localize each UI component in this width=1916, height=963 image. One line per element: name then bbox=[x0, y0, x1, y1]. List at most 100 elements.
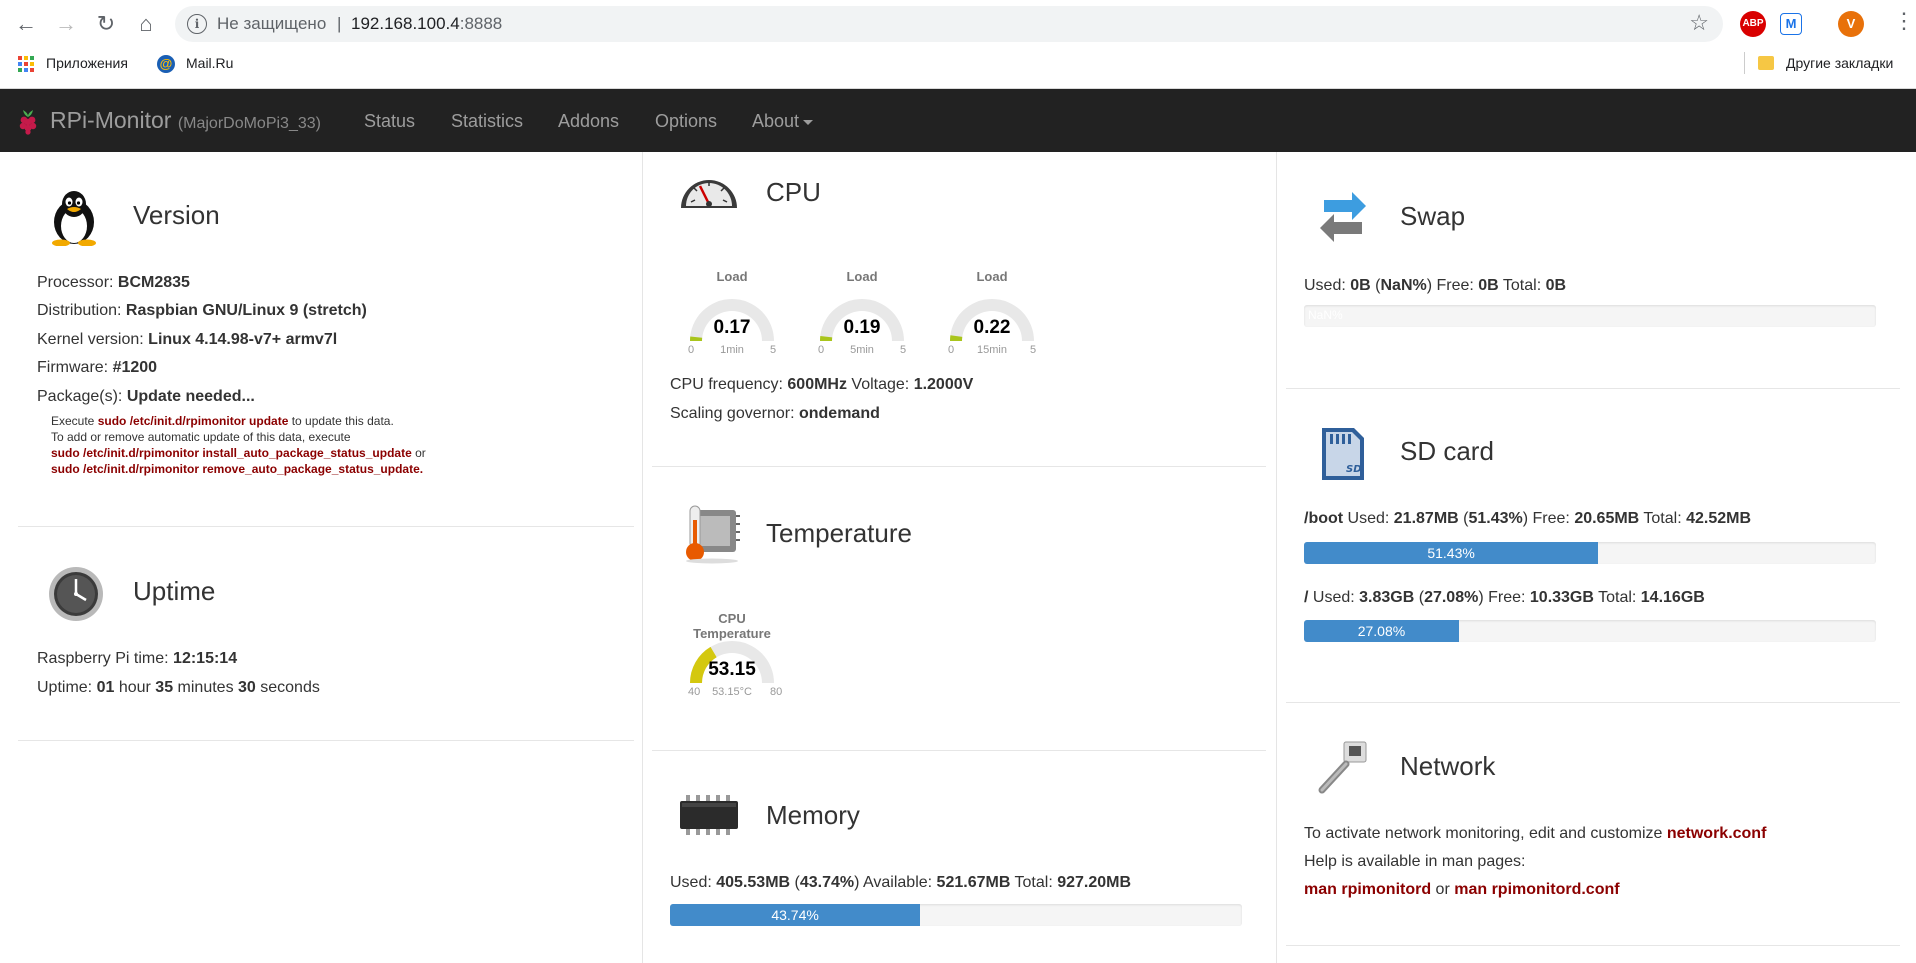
network-line-3: man rpimonitord or man rpimonitord.conf bbox=[1304, 881, 1620, 899]
distribution-line: Distribution: Raspbian GNU/Linux 9 (stre… bbox=[37, 302, 367, 320]
governor-value: ondemand bbox=[798, 405, 880, 422]
hour-word: hour bbox=[114, 679, 156, 696]
bookmark-other[interactable]: Другие закладки bbox=[1786, 55, 1893, 71]
temperature-title: Temperature bbox=[766, 518, 912, 548]
reload-icon[interactable]: ↻ bbox=[92, 10, 120, 38]
url-text[interactable]: 192.168.100.4:8888 bbox=[351, 14, 502, 34]
chevron-down-icon bbox=[803, 119, 814, 125]
cpu-freq-line: CPU frequency: 600MHz Voltage: 1.2000V bbox=[670, 376, 973, 394]
forward-icon[interactable]: → bbox=[52, 10, 80, 38]
folder-icon[interactable] bbox=[1758, 56, 1774, 70]
gauge-max: 5 bbox=[770, 344, 777, 356]
apps-grid-icon[interactable] bbox=[17, 55, 35, 73]
man-rpimonitord-link[interactable]: man rpimonitord bbox=[1304, 881, 1431, 898]
gauge-value: 0.17 bbox=[713, 317, 751, 338]
boot-used-label: Used: bbox=[1343, 510, 1394, 527]
uptime-line: Uptime: 01 hour 35 minutes 30 seconds bbox=[37, 679, 320, 697]
processor-label: Processor: bbox=[37, 274, 118, 291]
memory-title: Memory bbox=[766, 800, 860, 830]
home-icon[interactable]: ⌂ bbox=[132, 10, 160, 38]
app-navbar: RPi-Monitor (MajorDoMoPi3_33) Status Sta… bbox=[0, 89, 1916, 152]
nav-options[interactable]: Options bbox=[655, 111, 717, 132]
network-line-2: Help is available in man pages: bbox=[1304, 853, 1526, 870]
cpu-load-gauge-5min: Load 0.19 0 5min 5 bbox=[812, 269, 922, 359]
browser-chrome: ← → ↻ ⌂ i Не защищено | 192.168.100.4:88… bbox=[0, 0, 1916, 89]
back-icon[interactable]: ← bbox=[12, 10, 40, 38]
brand-name: RPi-Monitor bbox=[50, 107, 172, 133]
packages-line: Package(s): Update needed... bbox=[37, 388, 255, 406]
swap-free-value: 0B bbox=[1478, 277, 1499, 294]
gauge-label: 1min bbox=[720, 344, 744, 356]
gauge-value: 0.19 bbox=[843, 317, 881, 338]
packages-value: Update needed... bbox=[126, 388, 255, 405]
insecure-label[interactable]: Не защищено bbox=[217, 14, 326, 34]
brand-link[interactable]: RPi-Monitor (MajorDoMoPi3_33) bbox=[50, 107, 321, 134]
thermometer-chip-icon bbox=[686, 505, 740, 564]
svg-text:SD: SD bbox=[1346, 464, 1362, 475]
uptime-label: Uptime: bbox=[37, 679, 97, 696]
clock-icon bbox=[49, 567, 103, 621]
or-word: or bbox=[1431, 881, 1455, 898]
bookmark-star-icon[interactable]: ☆ bbox=[1689, 10, 1709, 36]
remove-auto-command[interactable]: sudo /etc/init.d/rpimonitor remove_auto_… bbox=[51, 462, 423, 476]
network-cable-icon bbox=[1318, 741, 1367, 794]
gauge-value: 0.22 bbox=[973, 317, 1011, 338]
sd-root-progress-fill: 27.08% bbox=[1304, 620, 1459, 642]
update-command[interactable]: sudo /etc/init.d/rpimonitor update bbox=[98, 414, 289, 428]
voltage-value: 1.2000V bbox=[913, 376, 974, 393]
bookmark-apps[interactable]: Приложения bbox=[46, 55, 128, 71]
update-note-3: sudo /etc/init.d/rpimonitor install_auto… bbox=[51, 446, 426, 460]
network-conf-link[interactable]: network.conf bbox=[1667, 825, 1767, 842]
column-divider bbox=[642, 152, 643, 963]
cpu-temperature-gauge: CPU Temperature 53.15 40 53.15°C 80 bbox=[682, 611, 792, 701]
nav-about-label: About bbox=[752, 111, 800, 131]
nav-statistics[interactable]: Statistics bbox=[451, 111, 523, 132]
memory-chip-icon bbox=[680, 795, 738, 835]
update-note-4: sudo /etc/init.d/rpimonitor remove_auto_… bbox=[51, 462, 423, 476]
panel-separator bbox=[1286, 945, 1900, 946]
sd-root-line: / Used: 3.83GB (27.08%) Free: 10.33GB To… bbox=[1304, 589, 1705, 606]
browser-menu-icon[interactable]: ⋮ bbox=[1893, 8, 1915, 34]
gauge-value: 53.15 bbox=[708, 659, 756, 680]
update-note-1: Execute sudo /etc/init.d/rpimonitor upda… bbox=[51, 414, 394, 428]
man-rpimonitord-conf-link[interactable]: man rpimonitord.conf bbox=[1454, 881, 1619, 898]
bookmark-divider bbox=[1744, 52, 1745, 74]
address-separator: | bbox=[337, 14, 342, 33]
firmware-value: #1200 bbox=[112, 359, 158, 376]
packages-label: Package(s): bbox=[37, 388, 127, 405]
mem-used-value: 405.53MB bbox=[716, 874, 791, 891]
freq-value: 600MHz bbox=[787, 376, 847, 393]
boot-free-value: 20.65MB bbox=[1574, 510, 1640, 527]
note1-post: to update this data. bbox=[288, 414, 394, 428]
nav-status[interactable]: Status bbox=[364, 111, 415, 132]
install-auto-command[interactable]: sudo /etc/init.d/rpimonitor install_auto… bbox=[51, 446, 412, 460]
tux-penguin-icon bbox=[52, 191, 96, 246]
mem-used-label: Used: bbox=[670, 874, 717, 891]
update-note-2: To add or remove automatic update of thi… bbox=[51, 430, 351, 444]
bookmark-mailru[interactable]: Mail.Ru bbox=[186, 55, 233, 71]
network-line1-text: To activate network monitoring, edit and… bbox=[1304, 825, 1667, 842]
boot-used-pct: 51.43% bbox=[1468, 510, 1523, 527]
memory-progress-bar: 43.74% bbox=[670, 904, 1242, 926]
address-bar[interactable]: i Не защищено | 192.168.100.4:8888 ☆ bbox=[175, 6, 1723, 42]
nav-addons[interactable]: Addons bbox=[558, 111, 619, 132]
sd-root-progress-bar: 27.08% bbox=[1304, 620, 1876, 642]
nav-about[interactable]: About bbox=[752, 111, 814, 132]
m-label: M bbox=[1785, 16, 1797, 31]
url-host: 192.168.100.4 bbox=[351, 14, 460, 33]
m-extension-icon[interactable]: M bbox=[1780, 13, 1802, 35]
raspberry-logo-icon[interactable] bbox=[16, 107, 40, 135]
governor-label: Scaling governor: bbox=[670, 405, 799, 422]
adblock-extension-icon[interactable]: ABP bbox=[1740, 11, 1766, 37]
swap-arrows-icon bbox=[1320, 192, 1366, 242]
gauge-title: Load bbox=[846, 269, 878, 284]
boot-total-label: Total: bbox=[1639, 510, 1687, 527]
url-port: :8888 bbox=[459, 14, 503, 33]
sd-boot-line: /boot Used: 21.87MB (51.43%) Free: 20.65… bbox=[1304, 510, 1751, 527]
profile-avatar[interactable]: V bbox=[1838, 11, 1864, 37]
mem-avail-value: 521.67MB bbox=[936, 874, 1011, 891]
panel-separator bbox=[652, 466, 1266, 467]
panel-separator bbox=[18, 740, 634, 741]
mailru-icon[interactable]: @ bbox=[157, 55, 175, 73]
info-icon[interactable]: i bbox=[187, 14, 207, 34]
